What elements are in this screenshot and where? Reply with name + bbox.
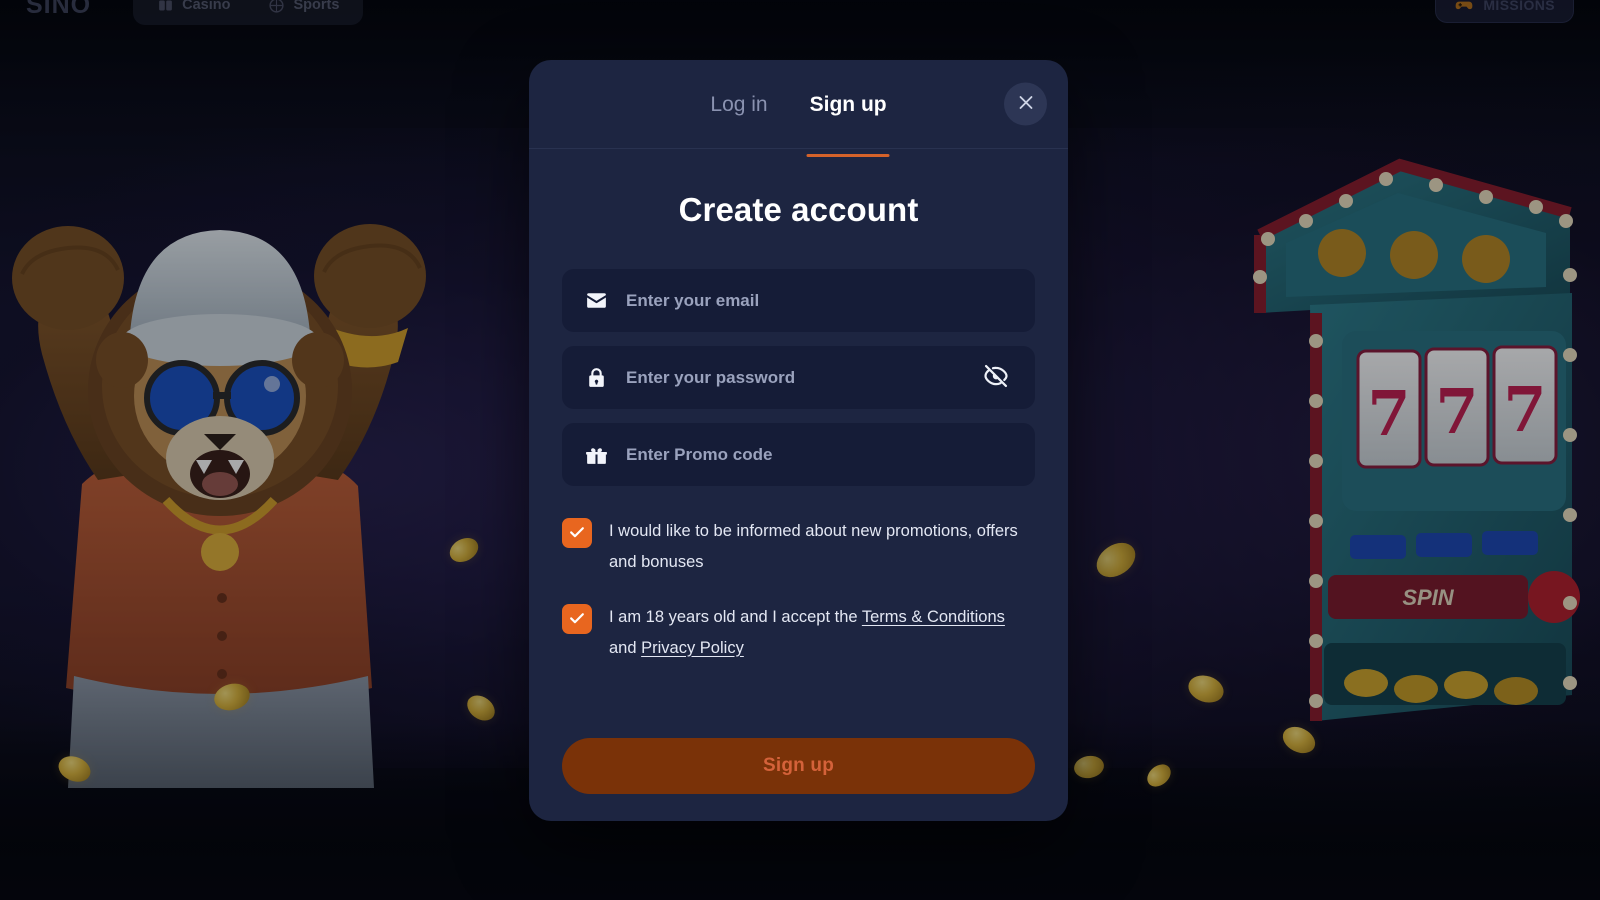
eye-off-icon — [982, 362, 1010, 393]
check-icon — [567, 522, 587, 545]
tab-signup[interactable]: Sign up — [806, 94, 891, 115]
tab-login[interactable]: Log in — [706, 94, 771, 115]
email-field-row[interactable] — [562, 269, 1035, 332]
close-icon — [1015, 92, 1037, 117]
promo-field-row[interactable] — [562, 423, 1035, 486]
marketing-checkbox[interactable] — [562, 518, 592, 548]
gift-icon — [584, 442, 609, 467]
promo-input[interactable] — [626, 444, 1013, 465]
signup-modal: Log in Sign up Create account Enter your… — [529, 60, 1068, 821]
envelope-icon — [584, 288, 609, 313]
email-input[interactable] — [626, 290, 1013, 311]
page-title: Create account — [678, 191, 919, 228]
lock-icon — [584, 365, 609, 390]
modal-body: Create account Enter your email Enter Pr… — [529, 149, 1068, 821]
check-icon — [567, 608, 587, 631]
consent-marketing: I would like to be informed about new pr… — [562, 516, 1035, 577]
terms-checkbox[interactable] — [562, 604, 592, 635]
terms-and-conditions-link[interactable]: Terms & Conditions — [862, 608, 1005, 626]
privacy-policy-link[interactable]: Privacy Policy — [641, 639, 744, 657]
password-visibility-toggle[interactable] — [979, 363, 1013, 393]
password-field-row[interactable] — [562, 346, 1035, 409]
submit-area: Sign up — [562, 738, 1035, 821]
close-button[interactable] — [1004, 82, 1047, 126]
terms-consent-middle: and — [609, 638, 642, 657]
modal-header: Log in Sign up — [529, 60, 1068, 149]
signup-submit-button[interactable]: Sign up — [562, 738, 1035, 794]
signup-form — [562, 269, 1035, 486]
password-input[interactable] — [626, 367, 969, 388]
page-root: 7 7 7 SPIN SINO Casino Sports MISSIONS L… — [0, 0, 1600, 900]
marketing-consent-label: I would like to be informed about new pr… — [609, 522, 1018, 571]
consent-group: I would like to be informed about new pr… — [562, 516, 1035, 663]
terms-consent-label: I am 18 years old and I accept the Terms… — [609, 602, 1035, 663]
terms-consent-prefix: I am 18 years old and I accept the — [609, 608, 862, 627]
consent-terms: I am 18 years old and I accept the Terms… — [562, 602, 1035, 663]
